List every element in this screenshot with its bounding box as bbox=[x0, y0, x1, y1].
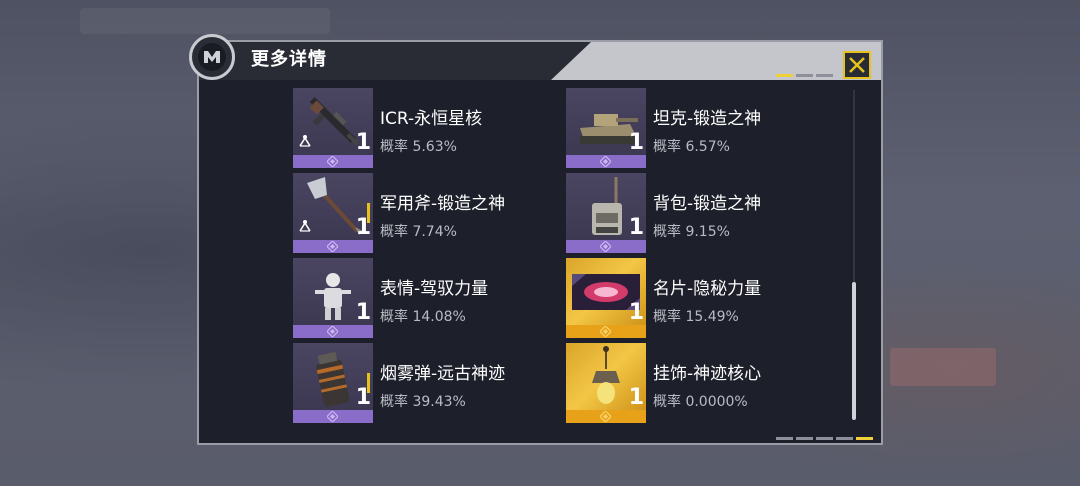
item-thumbnail[interactable]: 1 bbox=[566, 88, 646, 168]
item-name: 烟雾弹-远古神迹 bbox=[380, 364, 506, 384]
blueprint-tag-icon bbox=[298, 133, 312, 152]
rarity-diamond-icon bbox=[327, 241, 338, 252]
rarity-diamond-icon bbox=[327, 156, 338, 167]
reward-item[interactable]: 1 表情-驾驭力量概率 14.08% bbox=[293, 258, 553, 338]
item-name: 背包-锻造之神 bbox=[653, 194, 762, 214]
details-dialog: 更多详情 1 ICR-永恒星核 概率 5.63% 1 坦克-锻造之神 概率 6.57% 1 军… bbox=[189, 34, 883, 445]
page-indicator-bottom bbox=[776, 437, 873, 440]
item-probability: 概率 6.57% bbox=[653, 139, 730, 155]
dialog-title: 更多详情 bbox=[251, 49, 327, 70]
item-thumbnail[interactable]: 1 bbox=[293, 88, 373, 168]
reward-item[interactable]: 1 军用斧-锻造之神概率 7.74% bbox=[293, 173, 553, 253]
item-probability: 概率 5.63% bbox=[380, 139, 457, 155]
item-thumbnail[interactable]: 1 bbox=[293, 173, 373, 253]
reward-item[interactable]: 1 名片-隐秘力量概率 15.49% bbox=[566, 258, 826, 338]
item-name: 表情-驾驭力量 bbox=[380, 279, 489, 299]
item-quantity: 1 bbox=[355, 300, 371, 325]
rarity-diamond-icon bbox=[600, 156, 611, 167]
background-button bbox=[890, 348, 996, 386]
item-name: 挂饰-神迹核心 bbox=[653, 364, 762, 384]
item-name: 名片-隐秘力量 bbox=[653, 279, 762, 299]
item-quantity: 1 bbox=[355, 130, 371, 155]
item-quantity: 1 bbox=[628, 130, 644, 155]
reward-item[interactable]: 1 挂饰-神迹核心概率 0.0000% bbox=[566, 343, 826, 423]
item-probability: 概率 15.49% bbox=[653, 309, 739, 325]
item-name: ICR-永恒星核 bbox=[380, 109, 483, 129]
item-thumbnail[interactable]: 1 bbox=[293, 343, 373, 423]
item-name: 军用斧-锻造之神 bbox=[380, 194, 506, 214]
codm-badge-icon bbox=[189, 34, 235, 80]
item-thumbnail[interactable]: 1 bbox=[566, 173, 646, 253]
item-thumbnail[interactable]: 1 bbox=[566, 258, 646, 338]
item-thumbnail[interactable]: 1 bbox=[293, 258, 373, 338]
item-quantity: 1 bbox=[628, 385, 644, 410]
rarity-diamond-icon bbox=[600, 241, 611, 252]
close-x-icon bbox=[849, 57, 865, 73]
scrollbar-thumb[interactable] bbox=[852, 282, 856, 420]
item-name: 坦克-锻造之神 bbox=[653, 109, 762, 129]
item-quantity: 1 bbox=[628, 215, 644, 240]
background-header bbox=[80, 8, 330, 34]
item-probability: 概率 7.74% bbox=[380, 224, 457, 240]
item-probability: 概率 14.08% bbox=[380, 309, 466, 325]
close-button[interactable] bbox=[843, 51, 871, 79]
rarity-diamond-icon bbox=[327, 411, 338, 422]
item-probability: 概率 9.15% bbox=[653, 224, 730, 240]
reward-item[interactable]: 1 烟雾弹-远古神迹概率 39.43% bbox=[293, 343, 553, 423]
item-quantity: 1 bbox=[628, 300, 644, 325]
item-thumbnail[interactable]: 1 bbox=[566, 343, 646, 423]
reward-item[interactable]: 1 背包-锻造之神概率 9.15% bbox=[566, 173, 826, 253]
item-probability: 概率 39.43% bbox=[380, 394, 466, 410]
rarity-diamond-icon bbox=[327, 326, 338, 337]
rarity-diamond-icon bbox=[600, 326, 611, 337]
reward-item[interactable]: 1 ICR-永恒星核概率 5.63% bbox=[293, 88, 553, 168]
item-quantity: 1 bbox=[355, 385, 371, 410]
rarity-diamond-icon bbox=[600, 411, 611, 422]
item-probability: 概率 0.0000% bbox=[653, 394, 748, 410]
reward-list[interactable]: 1 ICR-永恒星核概率 5.63% 1 坦克-锻造之神概率 6.57% 1 军用斧-锻造… bbox=[207, 86, 871, 436]
blueprint-tag-icon bbox=[298, 218, 312, 237]
item-quantity: 1 bbox=[355, 215, 371, 240]
reward-item[interactable]: 1 坦克-锻造之神概率 6.57% bbox=[566, 88, 826, 168]
page-indicator-top bbox=[776, 74, 833, 77]
